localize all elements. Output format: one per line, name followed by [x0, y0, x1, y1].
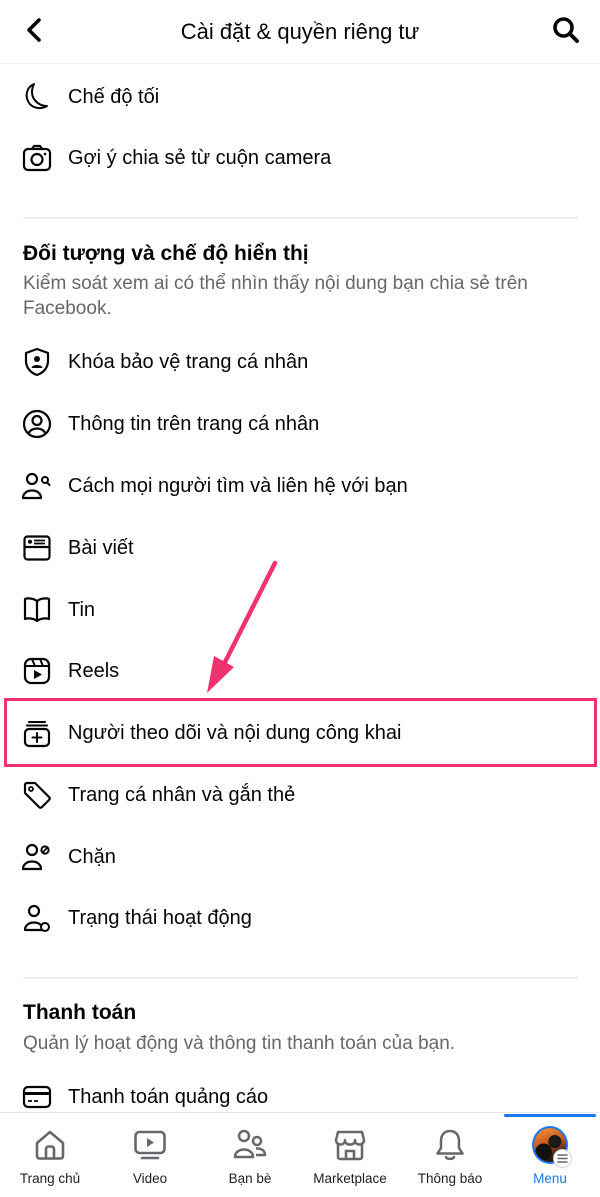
- user-status-icon: [21, 902, 53, 934]
- shield-user-icon: [21, 346, 53, 378]
- setting-label: Bài viết: [68, 536, 134, 559]
- reels-icon: [21, 655, 53, 687]
- tab-marketplace[interactable]: Marketplace: [300, 1113, 400, 1197]
- page-title: Cài đặt & quyền riêng tư: [180, 18, 420, 44]
- section-divider: [23, 977, 578, 979]
- avatar-menu-icon: [532, 1126, 572, 1168]
- section-title-audience: Đối tượng và chế độ hiển thị: [23, 242, 309, 265]
- tag-icon: [21, 779, 53, 811]
- setting-label: Reels: [68, 659, 120, 682]
- setting-label: Tin: [68, 598, 96, 621]
- section-description-payments: Quản lý hoạt động và thông tin thanh toá…: [23, 1033, 456, 1054]
- tab-label: Thông báo: [417, 1171, 483, 1186]
- bottom-tab-bar: Trang chủ Video Bạn bè Marketplace Thông…: [0, 1112, 600, 1197]
- setting-profile-lock[interactable]: Khóa bảo vệ trang cá nhân: [0, 332, 600, 392]
- tab-menu[interactable]: Menu: [500, 1113, 600, 1197]
- tab-label: Menu: [533, 1171, 567, 1186]
- active-tab-indicator: [504, 1114, 596, 1117]
- tab-notifications[interactable]: Thông báo: [400, 1113, 500, 1197]
- search-icon: [553, 17, 579, 43]
- bell-icon: [432, 1127, 468, 1163]
- friends-icon: [232, 1127, 268, 1163]
- tab-label: Marketplace: [313, 1171, 387, 1186]
- setting-label: Trang cá nhân và gắn thẻ: [68, 783, 296, 806]
- setting-label: Chặn: [68, 845, 116, 868]
- section-title-payments: Thanh toán: [23, 1001, 137, 1024]
- setting-label: Chế độ tối: [68, 85, 160, 108]
- setting-find-and-contact[interactable]: Cách mọi người tìm và liên hệ với bạn: [0, 456, 600, 516]
- tab-video[interactable]: Video: [100, 1113, 200, 1197]
- user-circle-icon: [21, 408, 53, 440]
- user-search-icon: [21, 470, 53, 502]
- setting-reels[interactable]: Reels: [0, 641, 600, 701]
- tab-label: Trang chủ: [19, 1171, 81, 1186]
- setting-followers-public-content[interactable]: Người theo dõi và nội dung công khai: [0, 703, 600, 763]
- setting-posts[interactable]: Bài viết: [0, 518, 600, 578]
- settings-list: Chế độ tối Gợi ý chia sẻ từ cuộn camera …: [0, 65, 600, 1112]
- video-icon: [132, 1127, 168, 1163]
- followers-icon: [21, 717, 53, 749]
- setting-active-status[interactable]: Trạng thái hoạt động: [0, 888, 600, 948]
- setting-profile-info[interactable]: Thông tin trên trang cá nhân: [0, 394, 600, 454]
- setting-label: Người theo dõi và nội dung công khai: [68, 721, 402, 744]
- setting-label: Trạng thái hoạt động: [68, 906, 252, 929]
- setting-profile-tagging[interactable]: Trang cá nhân và gắn thẻ: [0, 765, 600, 825]
- book-icon: [21, 594, 53, 626]
- setting-blocking[interactable]: Chặn: [0, 827, 600, 887]
- setting-label: Thông tin trên trang cá nhân: [68, 412, 320, 435]
- setting-stories[interactable]: Tin: [0, 580, 600, 640]
- section-description-audience: Kiểm soát xem ai có thể nhìn thấy nội du…: [23, 273, 528, 319]
- setting-ad-payments[interactable]: Thanh toán quảng cáo: [0, 1067, 600, 1112]
- setting-label: Cách mọi người tìm và liên hệ với bạn: [68, 474, 408, 497]
- setting-label: Thanh toán quảng cáo: [68, 1085, 269, 1108]
- search-button[interactable]: [550, 14, 582, 46]
- top-app-bar: Cài đặt & quyền riêng tư: [0, 0, 600, 64]
- section-divider: [23, 217, 578, 219]
- back-button[interactable]: [20, 14, 48, 46]
- tab-home[interactable]: Trang chủ: [0, 1113, 100, 1197]
- tab-friends[interactable]: Bạn bè: [200, 1113, 300, 1197]
- tab-label: Video: [132, 1171, 168, 1186]
- marketplace-icon: [332, 1127, 368, 1163]
- hamburger-icon: [553, 1149, 572, 1168]
- post-icon: [21, 532, 53, 564]
- avatar: [532, 1126, 572, 1168]
- setting-label: Khóa bảo vệ trang cá nhân: [68, 350, 309, 373]
- setting-camera-roll-suggestions[interactable]: Gợi ý chia sẻ từ cuộn camera: [0, 128, 600, 188]
- setting-dark-mode[interactable]: Chế độ tối: [0, 67, 600, 127]
- credit-card-icon: [21, 1081, 53, 1112]
- tab-label: Bạn bè: [228, 1171, 272, 1186]
- setting-label: Gợi ý chia sẻ từ cuộn camera: [68, 146, 332, 169]
- camera-icon: [21, 142, 53, 174]
- user-block-icon: [21, 841, 53, 873]
- chevron-left-icon: [27, 18, 41, 42]
- moon-icon: [21, 81, 53, 113]
- home-icon: [32, 1127, 68, 1163]
